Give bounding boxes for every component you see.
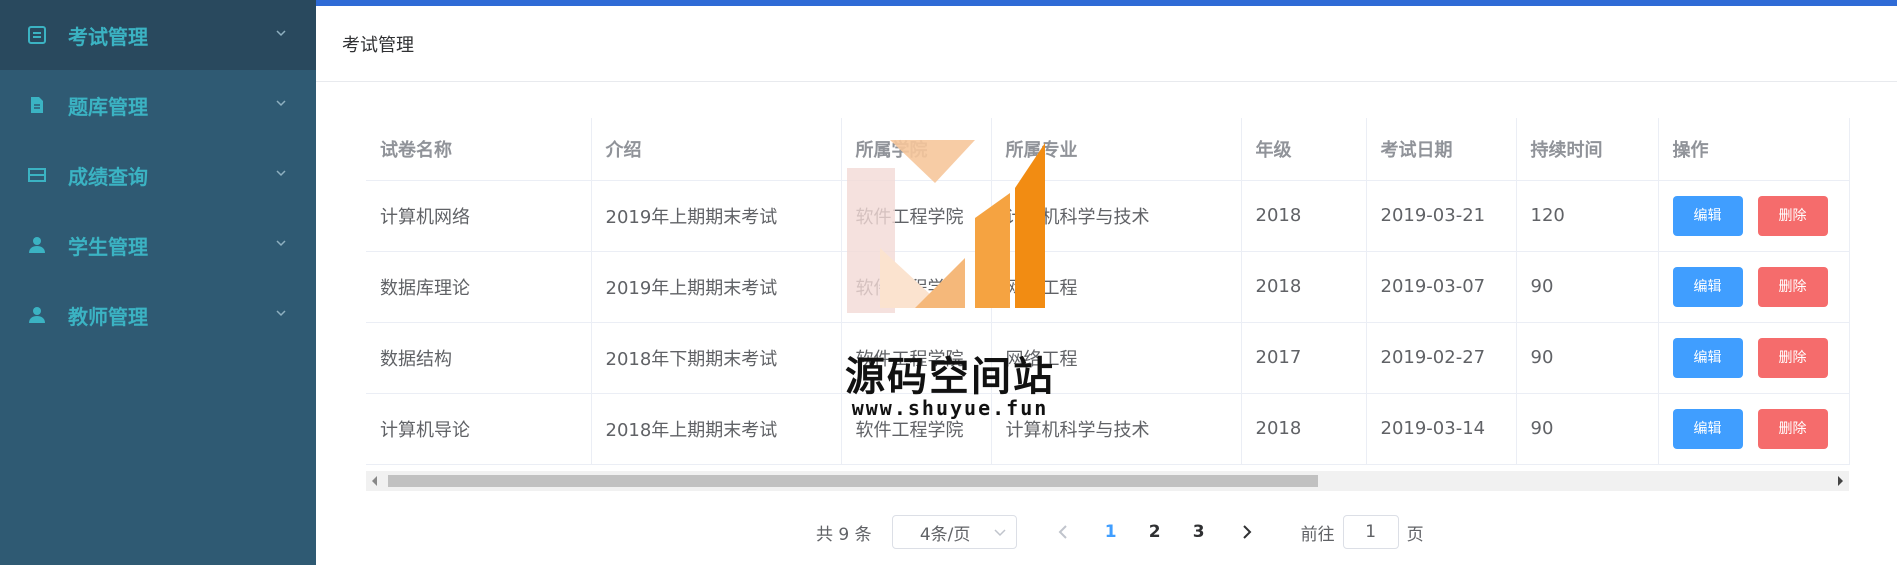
cell: 计算机网络 xyxy=(366,180,592,252)
cell: 数据库理论 xyxy=(366,251,592,323)
goto-suffix: 页 xyxy=(1406,524,1424,545)
pagination-total: 共 9 条 xyxy=(816,524,872,545)
column-header: 所属专业 xyxy=(991,118,1242,181)
page-size-value: 4条/页 xyxy=(919,524,971,545)
column-header: 所属学院 xyxy=(841,118,992,181)
page-number-2[interactable]: 2 xyxy=(1133,522,1177,542)
goto-prefix: 前往 xyxy=(1300,524,1335,545)
scroll-left-arrow-icon[interactable] xyxy=(372,476,377,486)
sidebar-item-exam-management[interactable]: 考试管理 xyxy=(0,0,316,70)
chevron-down-icon xyxy=(276,310,286,317)
action-cell: 编辑 删除 xyxy=(1658,322,1850,394)
sidebar-item-score-query[interactable]: 成绩查询 xyxy=(0,140,316,210)
edit-button[interactable]: 编辑 xyxy=(1672,337,1743,378)
user-icon xyxy=(26,234,48,256)
cell: 2018年下期期末考试 xyxy=(591,322,842,394)
table-row: 数据结构 2018年下期期末考试 软件工程学院 网络工程 2017 2019-0… xyxy=(366,322,1850,394)
cell: 2017 xyxy=(1241,322,1367,394)
scroll-right-arrow-icon[interactable] xyxy=(1838,476,1843,486)
chevron-down-icon xyxy=(276,30,286,37)
document-icon xyxy=(26,24,48,46)
cell: 计算机科学与技术 xyxy=(991,393,1242,465)
edit-button[interactable]: 编辑 xyxy=(1672,266,1743,307)
column-header: 介绍 xyxy=(591,118,842,181)
page-number-3[interactable]: 3 xyxy=(1177,522,1221,542)
action-cell: 编辑 删除 xyxy=(1658,393,1850,465)
delete-button[interactable]: 删除 xyxy=(1757,408,1828,449)
cell: 2019-03-14 xyxy=(1366,393,1517,465)
edit-button[interactable]: 编辑 xyxy=(1672,408,1743,449)
delete-button[interactable]: 删除 xyxy=(1757,195,1828,236)
table-row: 计算机网络 2019年上期期末考试 软件工程学院 计算机科学与技术 2018 2… xyxy=(366,180,1850,252)
cell: 网络工程 xyxy=(991,251,1242,323)
cell: 2019年上期期末考试 xyxy=(591,251,842,323)
chevron-down-icon xyxy=(276,240,286,247)
action-cell: 编辑 删除 xyxy=(1658,251,1850,323)
chart-icon xyxy=(26,164,48,186)
breadcrumb: 考试管理 xyxy=(316,6,1897,82)
chevron-down-icon xyxy=(276,100,286,107)
cell: 网络工程 xyxy=(991,322,1242,394)
cell: 软件工程学院 xyxy=(841,251,992,323)
cell: 软件工程学院 xyxy=(841,322,992,394)
sidebar-item-question-bank[interactable]: 题库管理 xyxy=(0,70,316,140)
cell: 2019-03-21 xyxy=(1366,180,1517,252)
cell: 90 xyxy=(1516,251,1659,323)
chevron-right-icon xyxy=(1242,525,1252,539)
prev-page-button[interactable] xyxy=(1045,515,1081,549)
cell: 软件工程学院 xyxy=(841,393,992,465)
delete-button[interactable]: 删除 xyxy=(1757,266,1828,307)
sidebar-item-label: 成绩查询 xyxy=(68,164,148,189)
chevron-left-icon xyxy=(1058,525,1067,539)
chevron-down-icon xyxy=(994,529,1006,537)
table-row: 数据库理论 2019年上期期末考试 软件工程学院 网络工程 2018 2019-… xyxy=(366,251,1850,323)
exam-table: 试卷名称 介绍 所属学院 所属专业 年级 考试日期 持续时间 操作 计算机网络 … xyxy=(366,118,1850,465)
cell: 2018年上期期末考试 xyxy=(591,393,842,465)
goto-page-input[interactable] xyxy=(1342,515,1399,549)
sidebar-item-label: 题库管理 xyxy=(68,94,148,119)
sidebar: 考试管理 题库管理 成绩查询 学生管理 教师管理 xyxy=(0,0,316,565)
page-size-select[interactable]: 4条/页 xyxy=(891,515,1017,549)
cell: 2019-02-27 xyxy=(1366,322,1517,394)
cell: 2018 xyxy=(1241,251,1367,323)
file-icon xyxy=(26,94,48,116)
column-header: 操作 xyxy=(1658,118,1850,181)
chevron-down-icon xyxy=(276,170,286,177)
pagination: 共 9 条 4条/页 1 2 3 前往 页 xyxy=(816,514,1424,550)
scroll-thumb[interactable] xyxy=(388,475,1318,487)
cell: 软件工程学院 xyxy=(841,180,992,252)
cell: 90 xyxy=(1516,393,1659,465)
page-title: 考试管理 xyxy=(342,34,414,56)
cell: 计算机科学与技术 xyxy=(991,180,1242,252)
cell: 2018 xyxy=(1241,393,1367,465)
cell: 2019-03-07 xyxy=(1366,251,1517,323)
next-page-button[interactable] xyxy=(1229,515,1265,549)
column-header: 年级 xyxy=(1241,118,1367,181)
table-header-row: 试卷名称 介绍 所属学院 所属专业 年级 考试日期 持续时间 操作 xyxy=(366,118,1850,181)
edit-button[interactable]: 编辑 xyxy=(1672,195,1743,236)
page-number-1[interactable]: 1 xyxy=(1089,522,1133,542)
cell: 90 xyxy=(1516,322,1659,394)
sidebar-item-label: 学生管理 xyxy=(68,234,148,259)
user-icon xyxy=(26,304,48,326)
column-header: 持续时间 xyxy=(1516,118,1659,181)
column-header: 试卷名称 xyxy=(366,118,592,181)
cell: 2019年上期期末考试 xyxy=(591,180,842,252)
sidebar-item-teacher-management[interactable]: 教师管理 xyxy=(0,280,316,350)
table-row: 计算机导论 2018年上期期末考试 软件工程学院 计算机科学与技术 2018 2… xyxy=(366,393,1850,465)
main-content: 考试管理 试卷名称 介绍 所属学院 所属专业 年级 考试日期 持续时间 操作 计… xyxy=(316,6,1897,565)
cell: 2018 xyxy=(1241,180,1367,252)
action-cell: 编辑 删除 xyxy=(1658,180,1850,252)
horizontal-scrollbar[interactable] xyxy=(366,471,1849,491)
delete-button[interactable]: 删除 xyxy=(1757,337,1828,378)
sidebar-item-label: 教师管理 xyxy=(68,304,148,329)
page-jumper: 前往 页 xyxy=(1301,515,1424,549)
cell: 120 xyxy=(1516,180,1659,252)
cell: 计算机导论 xyxy=(366,393,592,465)
column-header: 考试日期 xyxy=(1366,118,1517,181)
sidebar-item-label: 考试管理 xyxy=(68,24,148,49)
cell: 数据结构 xyxy=(366,322,592,394)
sidebar-item-student-management[interactable]: 学生管理 xyxy=(0,210,316,280)
